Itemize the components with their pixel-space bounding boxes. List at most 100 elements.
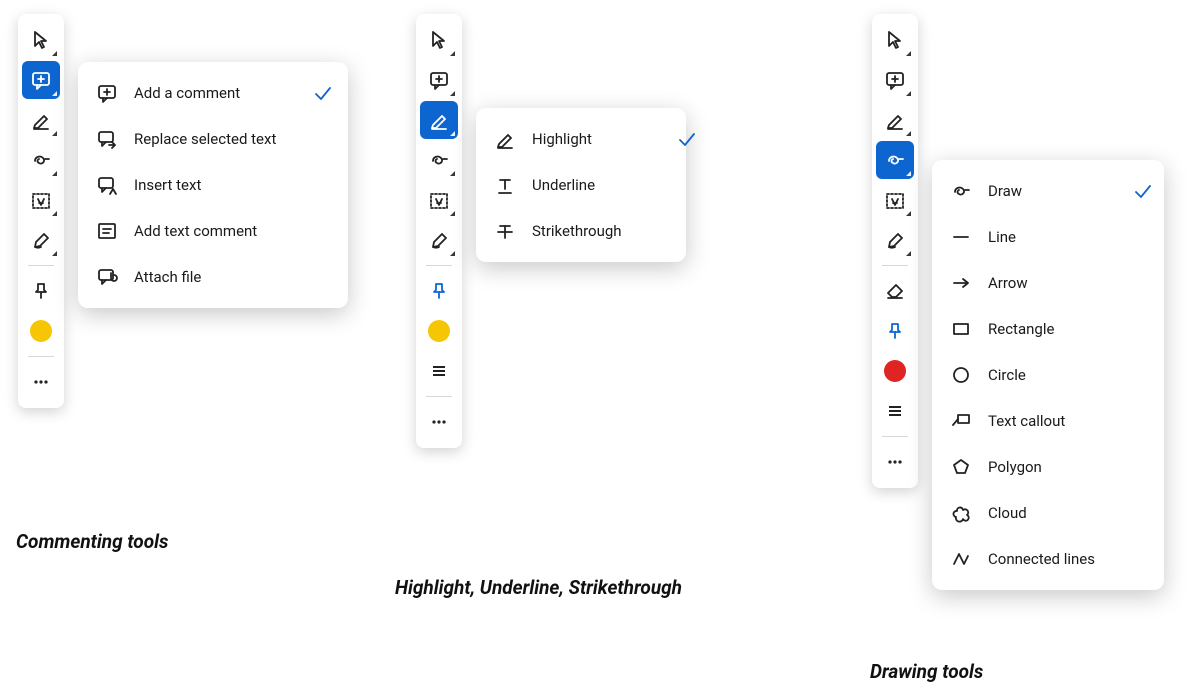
draw-free-icon [950,180,972,202]
pen-tool[interactable] [876,221,914,259]
text-box-tool[interactable] [420,181,458,219]
color-swatch[interactable] [876,352,914,390]
dropdown-indicator-icon [52,251,57,256]
menu-item-comment-attach[interactable]: Attach file [78,254,348,300]
draw-polygon-icon [950,456,972,478]
line-weight-tool[interactable] [420,352,458,390]
dropdown-indicator-icon [52,51,57,56]
check-icon [312,83,330,103]
drawing-toolbar [872,14,918,488]
comment-tool[interactable] [876,61,914,99]
comment-tool[interactable] [22,61,60,99]
menu-item-label: Cloud [988,504,1116,522]
select-tool[interactable] [876,21,914,59]
pin-tool[interactable] [876,312,914,350]
menu-item-label: Highlight [532,130,660,148]
menu-item-label: Draw [988,182,1116,200]
menu-item-label: Arrow [988,274,1116,292]
menu-item-highlighter[interactable]: Highlight [476,116,712,162]
text-box-tool[interactable] [22,181,60,219]
menu-item-draw-rect[interactable]: Rectangle [932,306,1168,352]
dropdown-indicator-icon [906,211,911,216]
comment-plus-icon [96,82,118,104]
dropdown-indicator-icon [450,91,455,96]
commenting-flyout: Add a comment Replace selected text Insert… [78,62,348,308]
dropdown-indicator-icon [52,131,57,136]
draw-circle-icon [950,364,972,386]
commenting-toolbar [18,14,64,408]
strike-icon [494,220,516,242]
dropdown-indicator-icon [906,51,911,56]
separator [882,436,908,437]
draw-line-icon [950,226,972,248]
more-tools[interactable] [22,363,60,401]
check-icon [1132,181,1150,201]
draw-callout-icon [950,410,972,432]
comment-text-box-icon [96,220,118,242]
draw-tool[interactable] [22,141,60,179]
pen-tool[interactable] [420,221,458,259]
separator [28,265,54,266]
draw-cloud-icon [950,502,972,524]
menu-item-comment-insert[interactable]: Insert text [78,162,348,208]
highlight-tool[interactable] [420,101,458,139]
comment-replace-icon [96,128,118,150]
color-swatch[interactable] [22,312,60,350]
commenting-caption: Commenting tools [16,530,168,553]
menu-item-label: Attach file [134,268,296,286]
menu-item-draw-connected[interactable]: Connected lines [932,536,1168,582]
dropdown-indicator-icon [906,171,911,176]
pin-tool[interactable] [420,272,458,310]
dropdown-indicator-icon [450,51,455,56]
draw-arrow-icon [950,272,972,294]
draw-tool[interactable] [420,141,458,179]
highlight-caption: Highlight, Underline, Strikethrough [395,576,682,599]
menu-item-comment-plus[interactable]: Add a comment [78,70,348,116]
line-weight-tool[interactable] [876,392,914,430]
menu-item-draw-circle[interactable]: Circle [932,352,1168,398]
menu-item-label: Connected lines [988,550,1116,568]
separator [426,265,452,266]
menu-item-draw-callout[interactable]: Text callout [932,398,1168,444]
menu-item-label: Underline [532,176,660,194]
menu-item-strike[interactable]: Strikethrough [476,208,712,254]
more-tools[interactable] [420,403,458,441]
highlight-tool[interactable] [22,101,60,139]
color-swatch[interactable] [420,312,458,350]
menu-item-draw-arrow[interactable]: Arrow [932,260,1168,306]
highlight-toolbar [416,14,462,448]
more-tools[interactable] [876,443,914,481]
dropdown-indicator-icon [52,211,57,216]
highlighter-icon [494,128,516,150]
menu-item-draw-free[interactable]: Draw [932,168,1168,214]
menu-item-label: Strikethrough [532,222,660,240]
menu-item-draw-polygon[interactable]: Polygon [932,444,1168,490]
draw-connected-icon [950,548,972,570]
menu-item-label: Replace selected text [134,130,296,148]
dropdown-indicator-icon [450,131,455,136]
menu-item-comment-replace[interactable]: Replace selected text [78,116,348,162]
comment-tool[interactable] [420,61,458,99]
menu-item-label: Line [988,228,1116,246]
separator [426,396,452,397]
pin-tool[interactable] [22,272,60,310]
menu-item-label: Text callout [988,412,1116,430]
menu-item-underline[interactable]: Underline [476,162,712,208]
menu-item-draw-line[interactable]: Line [932,214,1168,260]
menu-item-label: Add a comment [134,84,296,102]
select-tool[interactable] [420,21,458,59]
pen-tool[interactable] [22,221,60,259]
dropdown-indicator-icon [906,131,911,136]
highlight-tool[interactable] [876,101,914,139]
menu-item-draw-cloud[interactable]: Cloud [932,490,1168,536]
red-dot-icon [884,360,906,382]
dropdown-indicator-icon [52,91,57,96]
separator [882,265,908,266]
menu-item-comment-text-box[interactable]: Add text comment [78,208,348,254]
select-tool[interactable] [22,21,60,59]
eraser-tool[interactable] [876,272,914,310]
text-box-tool[interactable] [876,181,914,219]
menu-item-label: Circle [988,366,1116,384]
check-icon [676,129,694,149]
draw-tool[interactable] [876,141,914,179]
